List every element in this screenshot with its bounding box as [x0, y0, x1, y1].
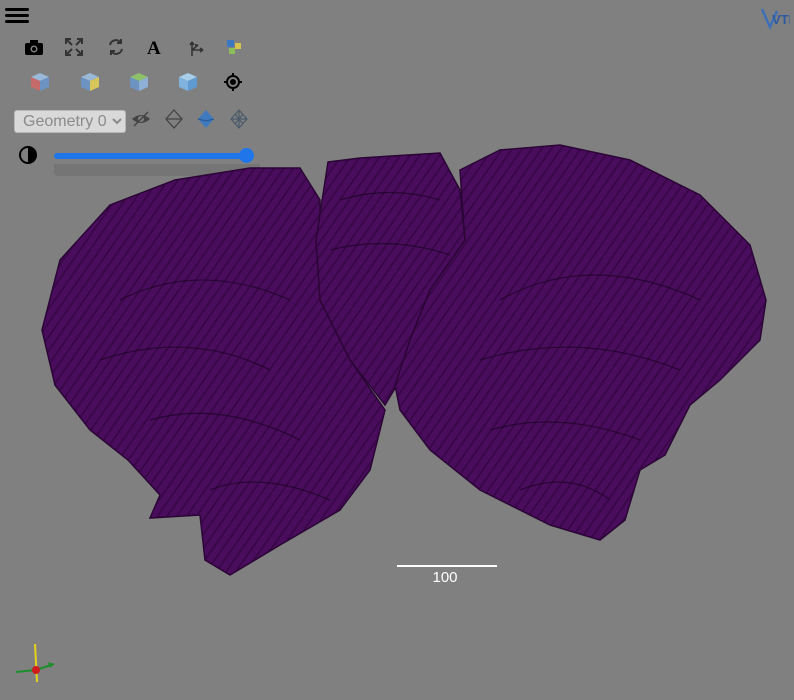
scale-bar-line	[397, 565, 497, 567]
scale-bar-label: 100	[432, 569, 458, 586]
orientation-axes-icon	[15, 643, 55, 683]
render-viewport[interactable]	[0, 0, 794, 700]
